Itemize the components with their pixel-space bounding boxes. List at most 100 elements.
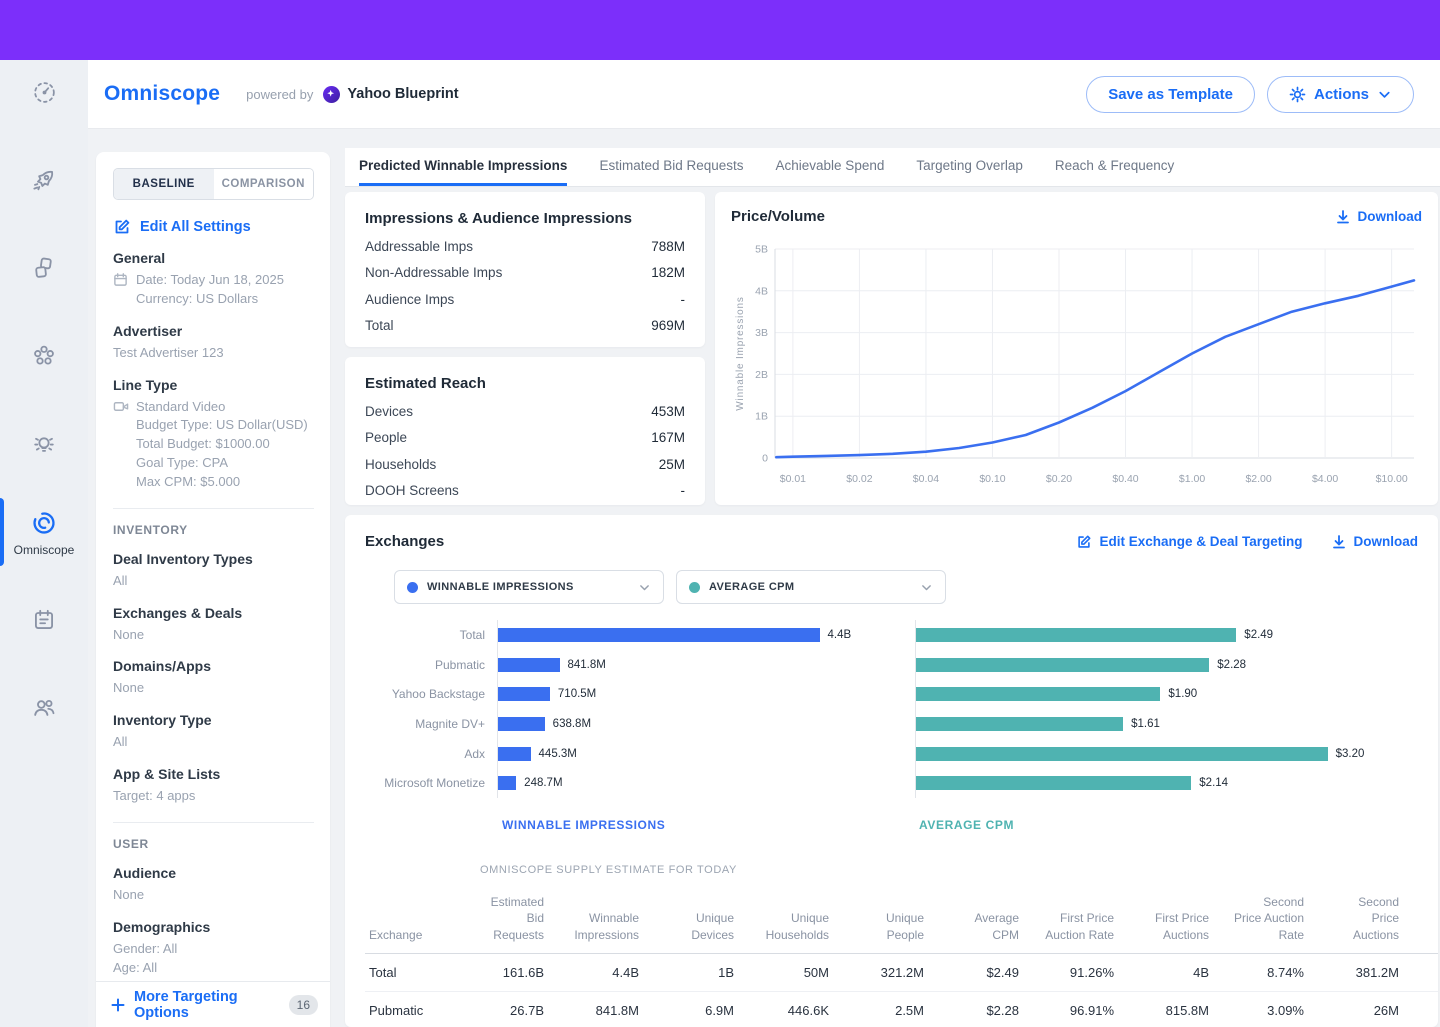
actions-button[interactable]: Actions	[1267, 76, 1414, 113]
more-targeting-options-link[interactable]: More Targeting Options	[110, 989, 289, 1021]
metric-dot-icon	[689, 582, 700, 593]
table-header-exchange: Exchange	[365, 888, 461, 953]
settings-line: All	[113, 733, 127, 752]
svg-text:$0.04: $0.04	[913, 473, 939, 485]
bar-row-adx: Adx445.3M	[365, 739, 905, 769]
tab-estimated-bid-requests[interactable]: Estimated Bid Requests	[599, 148, 743, 186]
bar-row-microsoft-monetize: Microsoft Monetize248.7M	[365, 768, 905, 798]
svg-text:$0.10: $0.10	[979, 473, 1005, 485]
bar-track: $2.28	[915, 650, 1418, 680]
settings-group-heading: INVENTORY	[113, 523, 314, 537]
download-icon	[1331, 534, 1347, 550]
settings-section-title: Inventory Type	[113, 712, 314, 728]
tab-targeting-overlap[interactable]: Targeting Overlap	[916, 148, 1023, 186]
settings-line: Target: 4 apps	[113, 787, 195, 806]
settings-section-body: All	[113, 572, 314, 591]
table-cell: 2.5M	[841, 991, 936, 1027]
table-cell: $2.28	[936, 991, 1031, 1027]
bar	[498, 687, 550, 701]
stat-label: Non-Addressable Imps	[365, 265, 502, 280]
bar-row-pubmatic: Pubmatic841.8M	[365, 650, 905, 680]
nav-schedule-item[interactable]	[0, 576, 88, 664]
stat-row: DOOH Screens-	[365, 483, 685, 498]
stat-row: Households25M	[365, 457, 685, 472]
bar-row-total: $2.49	[915, 620, 1418, 650]
settings-section-title: Domains/Apps	[113, 658, 314, 674]
tab-predicted-winnable-impressions[interactable]: Predicted Winnable Impressions	[359, 148, 567, 186]
table-header-first-price-auction-rate: First Price Auction Rate	[1031, 888, 1126, 953]
table-cell: 26.7B	[461, 991, 556, 1027]
bar	[498, 747, 531, 761]
stat-label: Addressable Imps	[365, 239, 473, 254]
stat-value: 453M	[651, 404, 685, 419]
settings-section-title: Audience	[113, 865, 314, 881]
chevron-down-icon	[1377, 87, 1392, 102]
table-cell: 4.4B	[556, 953, 651, 991]
metric-selector-average-cpm[interactable]: AVERAGE CPM	[676, 570, 946, 604]
settings-lines: Gender: AllAge: All	[113, 940, 177, 978]
bar-row-microsoft-monetize: $2.14	[915, 768, 1418, 798]
settings-section-body: Gender: AllAge: All	[113, 940, 314, 978]
bar-track: 445.3M	[497, 739, 905, 769]
settings-lines: None	[113, 679, 144, 698]
settings-section-body: None	[113, 626, 314, 645]
bar-category-label: Adx	[365, 747, 497, 761]
bar-value-label: $1.61	[1131, 718, 1160, 730]
tab-reach-frequency[interactable]: Reach & Frequency	[1055, 148, 1174, 186]
stat-label: People	[365, 430, 407, 445]
svg-text:$0.20: $0.20	[1046, 473, 1072, 485]
price-volume-download-link[interactable]: Download	[1335, 209, 1423, 225]
settings-line: None	[113, 626, 144, 645]
svg-text:3B: 3B	[755, 327, 768, 339]
nav-apps-item[interactable]	[0, 312, 88, 400]
exchanges-download-link[interactable]: Download	[1331, 534, 1419, 550]
settings-line: Standard Video	[136, 398, 308, 417]
brand-name: Yahoo Blueprint	[347, 86, 458, 102]
nav-insights-item[interactable]	[0, 400, 88, 488]
edit-exchange-targeting-link[interactable]: Edit Exchange & Deal Targeting	[1076, 534, 1302, 550]
table-cell	[1411, 953, 1438, 991]
tab-baseline[interactable]: BASELINE	[114, 169, 214, 199]
bar	[498, 776, 516, 790]
bar-track: 710.5M	[497, 679, 905, 709]
estimated-reach-card: Estimated Reach Devices453MPeople167MHou…	[345, 357, 705, 505]
price-volume-download-label: Download	[1358, 209, 1423, 224]
settings-lines: Target: 4 apps	[113, 787, 195, 806]
metric-selector-winnable-impressions[interactable]: WINNABLE IMPRESSIONS	[394, 570, 664, 604]
table-cell: 1B	[651, 953, 746, 991]
settings-sections: GeneralDate: Today Jun 18, 2025Currency:…	[113, 250, 314, 981]
save-as-template-button[interactable]: Save as Template	[1086, 76, 1255, 113]
bar-category-label: Total	[365, 628, 497, 642]
table-header-second-price-auctions: Second Price Auctions	[1316, 888, 1411, 953]
nav-blocks-item[interactable]	[0, 224, 88, 312]
nav-launch-item[interactable]	[0, 136, 88, 224]
settings-section-body: None	[113, 886, 314, 905]
stat-row: Audience Imps-	[365, 292, 685, 307]
cpm-bars: $2.49$2.28$1.90$1.61$3.20$2.14	[915, 620, 1418, 798]
bar-track: $1.90	[915, 679, 1418, 709]
supply-estimate-table: ExchangeEstimated Bid RequestsWinnable I…	[365, 888, 1438, 1027]
supply-table-caption: OMNISCOPE SUPPLY ESTIMATE FOR TODAY	[480, 864, 1418, 876]
settings-section-body: Date: Today Jun 18, 2025Currency: US Dol…	[113, 271, 314, 309]
bar-value-label: $2.49	[1244, 629, 1273, 641]
svg-text:$4.00: $4.00	[1312, 473, 1338, 485]
bar-category-label: Pubmatic	[365, 658, 497, 672]
edit-all-settings-link[interactable]: Edit All Settings	[113, 218, 314, 236]
stat-row: Addressable Imps788M	[365, 239, 685, 254]
table-header-au: Au	[1411, 888, 1438, 953]
nav-dashboard-item[interactable]	[0, 48, 88, 136]
settings-line: Max CPM: $5.000	[136, 473, 308, 492]
settings-section-body: All	[113, 733, 314, 752]
settings-lines: Date: Today Jun 18, 2025Currency: US Dol…	[136, 271, 284, 309]
divider	[113, 508, 314, 509]
tab-achievable-spend[interactable]: Achievable Spend	[776, 148, 885, 186]
svg-text:Winnable Impressions: Winnable Impressions	[735, 296, 746, 410]
svg-text:$0.01: $0.01	[780, 473, 806, 485]
nav-audiences-item[interactable]	[0, 664, 88, 752]
nav-omniscope-item[interactable]: Omniscope	[0, 488, 88, 576]
settings-section-title: Line Type	[113, 377, 314, 393]
table-cell: $2.49	[936, 953, 1031, 991]
dashboard-gauge-icon	[31, 79, 58, 106]
winnable-bars: Total4.4BPubmatic841.8MYahoo Backstage71…	[365, 620, 905, 798]
tab-comparison[interactable]: COMPARISON	[214, 169, 314, 199]
